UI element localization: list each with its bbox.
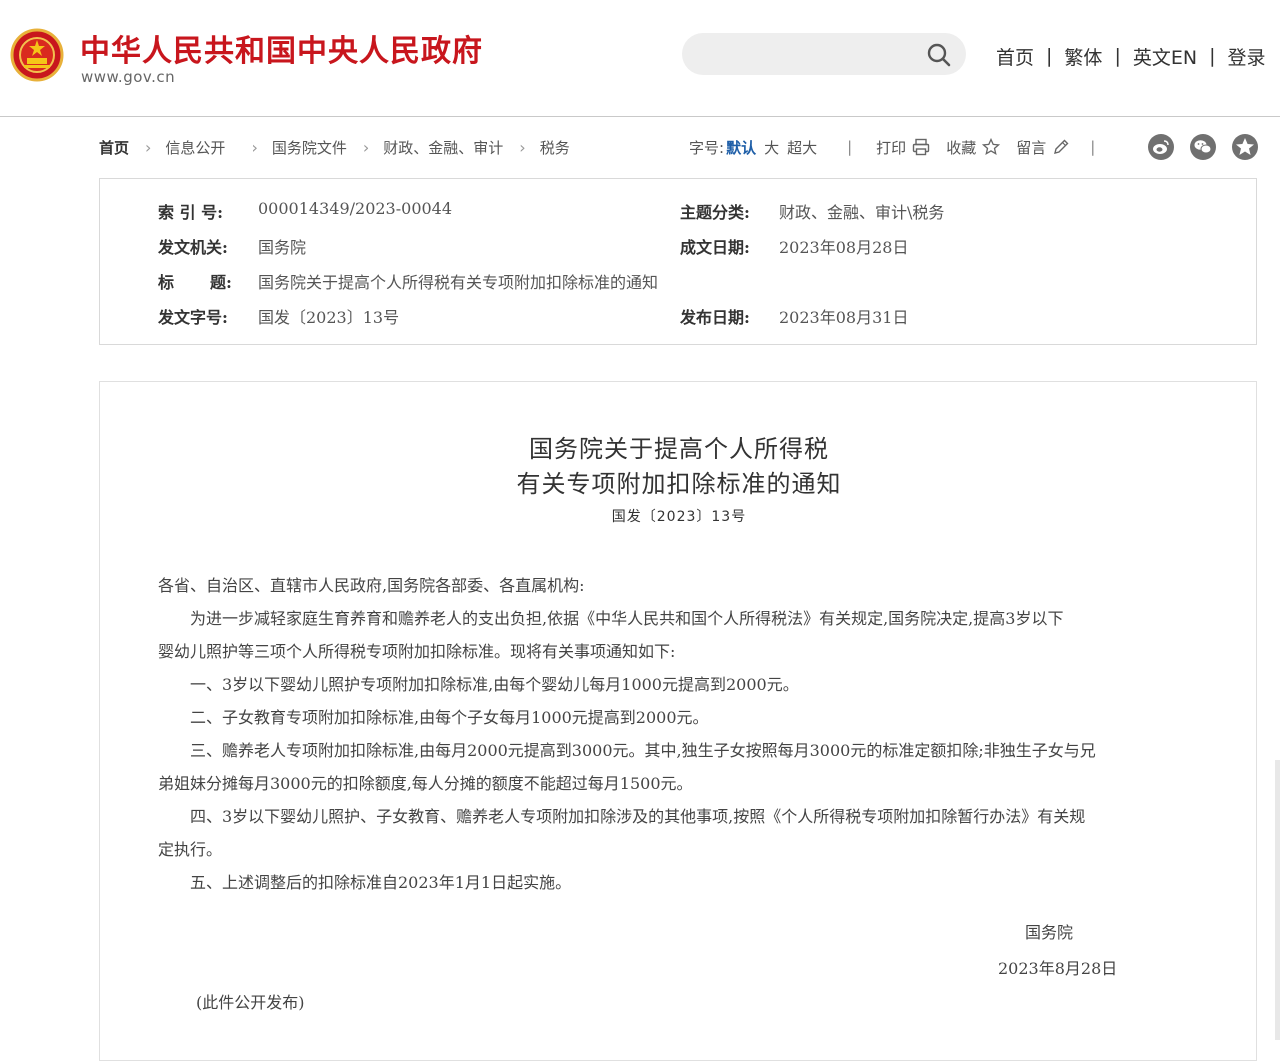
breadcrumb-info-public[interactable]: 信息公开 bbox=[165, 137, 225, 158]
item-four-line2: 定执行。 bbox=[158, 840, 223, 859]
signature-issuer: 国务院 bbox=[1025, 923, 1074, 942]
index-value: 000014349/2023-00044 bbox=[258, 199, 453, 218]
star-icon[interactable] bbox=[982, 138, 1001, 156]
qzone-icon[interactable] bbox=[1231, 133, 1259, 161]
printer-icon[interactable] bbox=[912, 138, 930, 156]
chevron-right-icon: › bbox=[145, 137, 152, 157]
docno-value: 国发〔2023〕13号 bbox=[258, 308, 400, 327]
paragraph-intro-line1: 为进一步减轻家庭生育养育和赡养老人的支出负担,依据《中华人民共和国个人所得税法》… bbox=[158, 609, 1064, 628]
font-size-default[interactable]: 默认 bbox=[726, 137, 756, 158]
issuer-value: 国务院 bbox=[258, 238, 307, 257]
salutation: 各省、自治区、直辖市人民政府,国务院各部委、各直属机构: bbox=[158, 576, 585, 595]
national-emblem-icon[interactable] bbox=[9, 28, 65, 86]
chevron-right-icon: › bbox=[519, 137, 526, 157]
font-size-xlarge[interactable]: 超大 bbox=[787, 137, 817, 158]
breadcrumb-state-council-docs[interactable]: 国务院文件 bbox=[272, 137, 347, 158]
font-size-large[interactable]: 大 bbox=[764, 137, 779, 158]
topic-label: 主题分类: bbox=[680, 203, 750, 222]
article-doc-number: 国发〔2023〕13号 bbox=[611, 509, 747, 525]
item-three-line2: 弟姐妹分摊每月3000元的扣除额度,每人分摊的额度不能超过每月1500元。 bbox=[158, 774, 693, 793]
site-header: 中华人民共和国中央人民政府 www.gov.cn 首页 | 繁体 | 英文EN … bbox=[0, 0, 1280, 117]
issuer-label: 发文机关: bbox=[158, 238, 228, 257]
article-title-line1: 国务院关于提高个人所得税 bbox=[529, 435, 829, 463]
search-input[interactable] bbox=[700, 41, 924, 69]
item-two: 二、子女教育专项附加扣除标准,由每个子女每月1000元提高到2000元。 bbox=[158, 708, 709, 727]
search-icon[interactable] bbox=[926, 42, 952, 68]
site-title[interactable]: 中华人民共和国中央人民政府 bbox=[80, 26, 483, 70]
breadcrumb-home[interactable]: 首页 bbox=[99, 137, 129, 158]
title-value: 国务院关于提高个人所得税有关专项附加扣除标准的通知 bbox=[258, 273, 659, 292]
item-five: 五、上述调整后的扣除标准自2023年1月1日起实施。 bbox=[158, 873, 572, 892]
index-label: 索 引 号: bbox=[158, 203, 224, 222]
search-box[interactable] bbox=[682, 33, 966, 75]
pencil-icon[interactable] bbox=[1052, 138, 1070, 156]
tools-separator: | bbox=[1090, 138, 1096, 156]
signature-date: 2023年8月28日 bbox=[998, 959, 1118, 978]
nav-separator: | bbox=[1046, 45, 1053, 67]
nav-traditional-link[interactable]: 繁体 bbox=[1064, 43, 1102, 70]
nav-english-link[interactable]: 英文EN bbox=[1133, 43, 1197, 70]
published-date-value: 2023年08月31日 bbox=[779, 308, 909, 327]
nav-separator: | bbox=[1114, 45, 1121, 67]
chevron-right-icon: › bbox=[251, 137, 258, 157]
title-label-first: 标 bbox=[158, 273, 175, 292]
publication-note: (此件公开发布) bbox=[196, 993, 305, 1012]
breadcrumb-finance[interactable]: 财政、金融、审计 bbox=[383, 137, 503, 158]
nav-separator: | bbox=[1209, 45, 1216, 67]
written-date-label: 成文日期: bbox=[680, 238, 750, 257]
site-url: www.gov.cn bbox=[81, 68, 176, 86]
document-info-table: 索 引 号: 000014349/2023-00044 主题分类: 财政、金融、… bbox=[99, 178, 1257, 345]
nav-login-link[interactable]: 登录 bbox=[1227, 43, 1265, 70]
article-tools: 字号: 默认 大 超大 | 打印 收藏 留言 | bbox=[689, 136, 1095, 158]
article-body: 国务院关于提高个人所得税 有关专项附加扣除标准的通知 国发〔2023〕13号 各… bbox=[99, 381, 1257, 1061]
breadcrumb-tax[interactable]: 税务 bbox=[540, 137, 570, 158]
paragraph-intro-line2: 婴幼儿照护等三项个人所得税专项附加扣除标准。现将有关事项通知如下: bbox=[158, 642, 676, 661]
docno-label: 发文字号: bbox=[158, 308, 228, 327]
breadcrumb: 首页 › 信息公开 › 国务院文件 › 财政、金融、审计 › 税务 bbox=[99, 136, 570, 158]
comment-button[interactable]: 留言 bbox=[1016, 137, 1046, 158]
written-date-value: 2023年08月28日 bbox=[779, 238, 909, 257]
title-label-second: 题: bbox=[210, 273, 232, 292]
favorite-button[interactable]: 收藏 bbox=[946, 137, 976, 158]
item-one: 一、3岁以下婴幼儿照护专项附加扣除标准,由每个婴幼儿每月1000元提高到2000… bbox=[158, 675, 799, 694]
published-date-label: 发布日期: bbox=[680, 308, 750, 327]
nav-home-link[interactable]: 首页 bbox=[996, 43, 1034, 70]
article-title-line2: 有关专项附加扣除标准的通知 bbox=[516, 470, 842, 498]
article-content: 各省、自治区、直辖市人民政府,国务院各部委、各直属机构: 为进一步减轻家庭生育养… bbox=[158, 569, 1200, 899]
item-three-line1: 三、赡养老人专项附加扣除标准,由每月2000元提高到3000元。其中,独生子女按… bbox=[158, 741, 1096, 760]
font-size-label: 字号: bbox=[689, 138, 725, 157]
page-scrollbar[interactable] bbox=[1275, 760, 1280, 1040]
top-nav: 首页 | 繁体 | 英文EN | 登录 bbox=[996, 42, 1265, 70]
weibo-icon[interactable] bbox=[1147, 133, 1175, 161]
print-button[interactable]: 打印 bbox=[876, 137, 906, 158]
wechat-icon[interactable] bbox=[1189, 133, 1217, 161]
tools-separator: | bbox=[847, 138, 853, 156]
item-four-line1: 四、3岁以下婴幼儿照护、子女教育、赡养老人专项附加扣除涉及的其他事项,按照《个人… bbox=[158, 807, 1086, 826]
topic-value: 财政、金融、审计\税务 bbox=[779, 203, 945, 222]
chevron-right-icon: › bbox=[362, 137, 370, 157]
